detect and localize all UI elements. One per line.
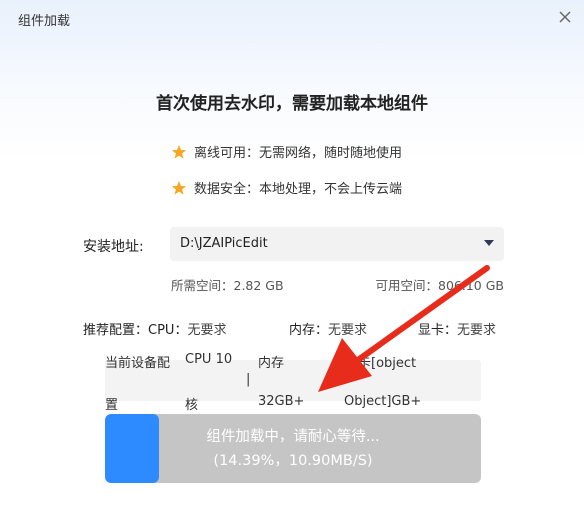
recommend-cpu: 推荐配置：CPU：无要求 (83, 319, 226, 338)
recommend-cpu-value: 无要求 (187, 323, 227, 338)
recommend-gpu-value: 无要求 (457, 323, 497, 338)
current-device-gpu-line2: Object]GB+ (344, 394, 422, 409)
current-device-gpu-line1: 显卡[object (345, 356, 417, 371)
close-icon (559, 11, 571, 23)
recommend-mem-key: 内存： (289, 323, 329, 338)
star-icon (171, 144, 187, 160)
recommend-gpu-key: 显卡： (418, 323, 458, 338)
feature-offline: 离线可用：无需网络，随时随地使用 (171, 142, 402, 161)
available-space: 可用空间：806.10 GB (375, 278, 504, 293)
required-space: 所需空间：2.82 GB (171, 278, 284, 293)
recommend-memory: 内存：无要求 (289, 319, 367, 338)
current-device-mem-line1: 内存 (258, 356, 285, 371)
install-path-select[interactable]: D:\JZAIPicEdit (170, 227, 504, 261)
current-device-cpu-line1: CPU 10 (185, 352, 233, 367)
recommend-cpu-key: CPU： (148, 323, 188, 338)
caret-down-icon (484, 240, 494, 246)
progress-detail: (14.39%，10.90MB/S) (213, 453, 373, 469)
install-path-label: 安装地址: (83, 239, 144, 255)
page-title: 首次使用去水印，需要加载本地组件 (156, 94, 428, 114)
star-icon (171, 180, 187, 196)
current-device-label-line1: 当前设备配 (105, 356, 171, 371)
feature-security-text: 数据安全：本地处理，不会上传云端 (194, 182, 403, 197)
current-device-cpu-line2: 核 (185, 398, 199, 413)
window-title: 组件加载 (18, 14, 71, 29)
recommend-gpu: 显卡：无要求 (418, 319, 496, 338)
recommend-mem-value: 无要求 (328, 323, 368, 338)
recommend-label: 推荐配置： (83, 323, 149, 338)
loading-progress-bar: 组件加载中，请耐心等待... (14.39%，10.90MB/S) (105, 414, 481, 483)
progress-text: 组件加载中，请耐心等待... (14.39%，10.90MB/S) (105, 414, 481, 473)
feature-offline-text: 离线可用：无需网络，随时随地使用 (194, 146, 403, 161)
close-button[interactable] (556, 8, 574, 26)
current-device-label-line2: 置 (105, 398, 119, 413)
install-path-value: D:\JZAIPicEdit (180, 236, 268, 251)
current-device-mem-line2: 32GB+ (258, 394, 305, 409)
component-load-dialog: 组件加载 首次使用去水印，需要加载本地组件 离线可用：无需网络，随时随地使用 数… (0, 0, 584, 519)
current-device-mem-separator: | (246, 372, 251, 387)
progress-status: 组件加载中，请耐心等待... (206, 429, 380, 445)
feature-security: 数据安全：本地处理，不会上传云端 (171, 178, 402, 197)
